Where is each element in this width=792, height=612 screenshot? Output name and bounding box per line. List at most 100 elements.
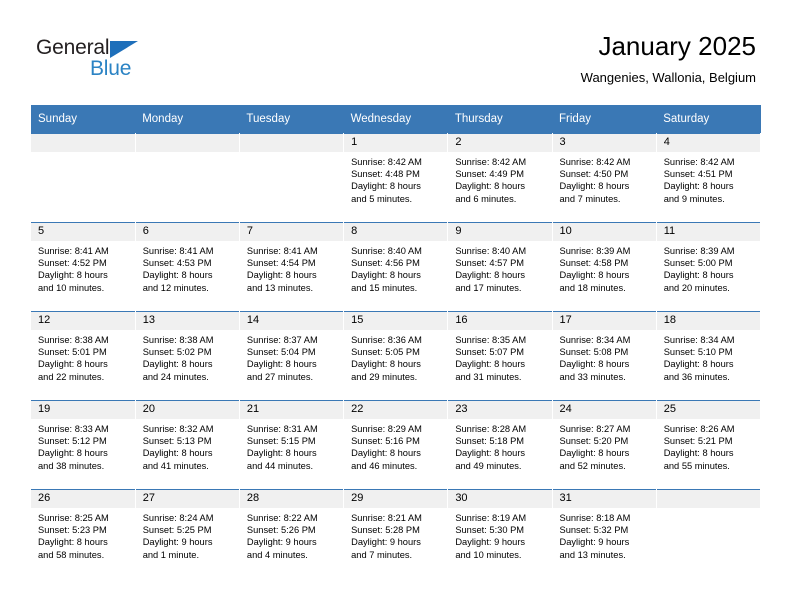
day-number: [239, 134, 344, 152]
daylight-text-line1: Daylight: 8 hours: [142, 448, 213, 459]
day-number: 26: [31, 490, 135, 508]
calendar-day-cell[interactable]: 10 Sunrise: 8:39 AM Sunset: 4:58 PM Dayligh…: [552, 222, 657, 312]
calendar-day-cell[interactable]: 17 Sunrise: 8:34 AM Sunset: 5:08 PM Dayligh…: [552, 311, 657, 401]
daylight-text-line2: and 36 minutes.: [663, 371, 730, 382]
calendar-day-cell[interactable]: 29 Sunrise: 8:21 AM Sunset: 5:28 PM Dayligh…: [343, 489, 449, 578]
calendar-day-cell[interactable]: 4 Sunrise: 8:42 AM Sunset: 4:51 PM Daylight…: [656, 133, 762, 223]
day-number: 23: [448, 401, 552, 419]
calendar-day-cell[interactable]: 30 Sunrise: 8:19 AM Sunset: 5:30 PM Dayligh…: [447, 489, 553, 578]
logo-word-blue: Blue: [90, 57, 132, 80]
day-details: Sunrise: 8:39 AM Sunset: 5:00 PM Daylight:…: [657, 241, 760, 294]
sunrise-text: Sunrise: 8:42 AM: [351, 157, 422, 167]
day-number: 24: [552, 401, 656, 419]
day-number: 10: [552, 223, 656, 241]
day-details: Sunrise: 8:40 AM Sunset: 4:57 PM Daylight:…: [448, 241, 551, 294]
day-details: Sunrise: 8:42 AM Sunset: 4:51 PM Daylight:…: [657, 152, 760, 205]
calendar-day-cell[interactable]: 11 Sunrise: 8:39 AM Sunset: 5:00 PM Dayligh…: [656, 222, 762, 312]
day-number: 12: [31, 312, 135, 330]
sunset-text: Sunset: 5:07 PM: [455, 347, 525, 358]
calendar-day-cell[interactable]: 31 Sunrise: 8:18 AM Sunset: 5:32 PM Dayligh…: [552, 489, 657, 578]
sunset-text: Sunset: 4:54 PM: [246, 258, 316, 269]
calendar-day-cell[interactable]: 21 Sunrise: 8:31 AM Sunset: 5:15 PM Dayligh…: [239, 400, 345, 490]
day-details: Sunrise: 8:36 AM Sunset: 5:05 PM Daylight:…: [344, 330, 447, 383]
calendar-day-cell[interactable]: 23 Sunrise: 8:28 AM Sunset: 5:18 PM Dayligh…: [447, 400, 553, 490]
calendar-day-cell[interactable]: 2 Sunrise: 8:42 AM Sunset: 4:49 PM Daylight…: [447, 133, 553, 223]
sunrise-text: Sunrise: 8:22 AM: [246, 513, 318, 523]
daylight-text-line2: and 10 minutes.: [455, 549, 522, 560]
calendar-day-cell[interactable]: 9 Sunrise: 8:40 AM Sunset: 4:57 PM Daylight…: [447, 222, 553, 312]
day-details: Sunrise: 8:38 AM Sunset: 5:02 PM Daylight:…: [136, 330, 239, 383]
weekday-header-sunday: Sunday: [31, 105, 136, 134]
weekday-header-wednesday: Wednesday: [343, 105, 448, 134]
sunrise-text: Sunrise: 8:42 AM: [559, 157, 631, 167]
day-details: Sunrise: 8:39 AM Sunset: 4:58 PM Daylight:…: [553, 241, 656, 294]
day-number: 16: [448, 312, 552, 330]
sunset-text: Sunset: 4:49 PM: [455, 169, 525, 180]
sunrise-text: Sunrise: 8:42 AM: [455, 157, 527, 167]
calendar-day-cell[interactable]: 28 Sunrise: 8:22 AM Sunset: 5:26 PM Dayligh…: [239, 489, 345, 578]
calendar-day-cell[interactable]: 14 Sunrise: 8:37 AM Sunset: 5:04 PM Dayligh…: [239, 311, 345, 401]
daylight-text-line1: Daylight: 8 hours: [351, 448, 421, 459]
daylight-text-line2: and 52 minutes.: [559, 460, 626, 471]
day-number: 13: [135, 312, 239, 330]
daylight-text-line2: and 24 minutes.: [142, 371, 209, 382]
sunrise-text: Sunrise: 8:29 AM: [351, 424, 422, 434]
calendar-day-cell[interactable]: 16 Sunrise: 8:35 AM Sunset: 5:07 PM Dayligh…: [447, 311, 553, 401]
daylight-text-line2: and 22 minutes.: [38, 371, 105, 382]
daylight-text-line2: and 44 minutes.: [246, 460, 314, 471]
calendar-day-cell[interactable]: 6 Sunrise: 8:41 AM Sunset: 4:53 PM Daylight…: [135, 222, 240, 312]
calendar-day-cell[interactable]: 13 Sunrise: 8:38 AM Sunset: 5:02 PM Dayligh…: [135, 311, 240, 401]
day-details: Sunrise: 8:24 AM Sunset: 5:25 PM Daylight:…: [136, 508, 239, 561]
calendar-day-cell[interactable]: 26 Sunrise: 8:25 AM Sunset: 5:23 PM Dayligh…: [31, 489, 136, 578]
calendar-day-cell-empty: [239, 133, 345, 223]
daylight-text-line1: Daylight: 8 hours: [663, 448, 734, 459]
day-details: Sunrise: 8:34 AM Sunset: 5:08 PM Daylight:…: [553, 330, 656, 383]
daylight-text-line2: and 10 minutes.: [38, 282, 105, 293]
sunset-text: Sunset: 4:58 PM: [559, 258, 629, 269]
daylight-text-line2: and 1 minute.: [142, 549, 200, 560]
day-details: [657, 508, 760, 512]
calendar-day-cell[interactable]: 1 Sunrise: 8:42 AM Sunset: 4:48 PM Daylight…: [343, 133, 449, 223]
day-number: [135, 134, 239, 152]
day-details: Sunrise: 8:42 AM Sunset: 4:48 PM Daylight:…: [344, 152, 447, 205]
sunset-text: Sunset: 5:16 PM: [351, 436, 420, 447]
calendar-day-cell[interactable]: 20 Sunrise: 8:32 AM Sunset: 5:13 PM Dayligh…: [135, 400, 240, 490]
calendar-day-cell[interactable]: 19 Sunrise: 8:33 AM Sunset: 5:12 PM Dayligh…: [31, 400, 136, 490]
daylight-text-line1: Daylight: 8 hours: [663, 270, 734, 281]
weekday-header-saturday: Saturday: [656, 105, 761, 134]
sunrise-text: Sunrise: 8:35 AM: [455, 335, 527, 345]
calendar-day-cell-empty: [31, 133, 136, 223]
calendar-day-cell[interactable]: 7 Sunrise: 8:41 AM Sunset: 4:54 PM Daylight…: [239, 222, 345, 312]
calendar-day-cell[interactable]: 3 Sunrise: 8:42 AM Sunset: 4:50 PM Daylight…: [552, 133, 657, 223]
daylight-text-line2: and 55 minutes.: [663, 460, 730, 471]
calendar-day-cell[interactable]: 12 Sunrise: 8:38 AM Sunset: 5:01 PM Dayligh…: [31, 311, 136, 401]
sunset-text: Sunset: 5:20 PM: [559, 436, 629, 447]
daylight-text-line1: Daylight: 8 hours: [38, 448, 108, 459]
calendar-day-cell[interactable]: 5 Sunrise: 8:41 AM Sunset: 4:52 PM Daylight…: [31, 222, 136, 312]
calendar-day-cell[interactable]: 25 Sunrise: 8:26 AM Sunset: 5:21 PM Dayligh…: [656, 400, 762, 490]
weekday-header-thursday: Thursday: [447, 105, 553, 134]
general-blue-logo[interactable]: General Blue: [36, 36, 196, 86]
day-details: Sunrise: 8:42 AM Sunset: 4:49 PM Daylight:…: [448, 152, 551, 205]
calendar-day-cell[interactable]: 24 Sunrise: 8:27 AM Sunset: 5:20 PM Dayligh…: [552, 400, 657, 490]
calendar-day-cell[interactable]: 18 Sunrise: 8:34 AM Sunset: 5:10 PM Dayligh…: [656, 311, 762, 401]
day-number: 11: [656, 223, 760, 241]
day-details: Sunrise: 8:31 AM Sunset: 5:15 PM Daylight:…: [240, 419, 343, 472]
daylight-text-line1: Daylight: 8 hours: [351, 359, 421, 370]
day-details: Sunrise: 8:33 AM Sunset: 5:12 PM Daylight:…: [31, 419, 135, 472]
calendar-day-cell[interactable]: 15 Sunrise: 8:36 AM Sunset: 5:05 PM Dayligh…: [343, 311, 449, 401]
daylight-text-line2: and 58 minutes.: [38, 549, 105, 560]
daylight-text-line1: Daylight: 8 hours: [455, 181, 526, 192]
calendar-day-cell[interactable]: 27 Sunrise: 8:24 AM Sunset: 5:25 PM Dayligh…: [135, 489, 240, 578]
sunset-text: Sunset: 5:28 PM: [351, 525, 420, 536]
day-details: Sunrise: 8:35 AM Sunset: 5:07 PM Daylight:…: [448, 330, 551, 383]
sunset-text: Sunset: 5:12 PM: [38, 436, 107, 447]
sunrise-text: Sunrise: 8:26 AM: [663, 424, 735, 434]
day-details: Sunrise: 8:41 AM Sunset: 4:53 PM Daylight:…: [136, 241, 239, 294]
calendar-day-cell[interactable]: 22 Sunrise: 8:29 AM Sunset: 5:16 PM Dayligh…: [343, 400, 449, 490]
sunrise-text: Sunrise: 8:34 AM: [559, 335, 631, 345]
calendar-day-cell[interactable]: 8 Sunrise: 8:40 AM Sunset: 4:56 PM Daylight…: [343, 222, 449, 312]
daylight-text-line1: Daylight: 9 hours: [351, 537, 421, 548]
sunset-text: Sunset: 5:32 PM: [559, 525, 629, 536]
sunrise-text: Sunrise: 8:41 AM: [38, 246, 109, 256]
